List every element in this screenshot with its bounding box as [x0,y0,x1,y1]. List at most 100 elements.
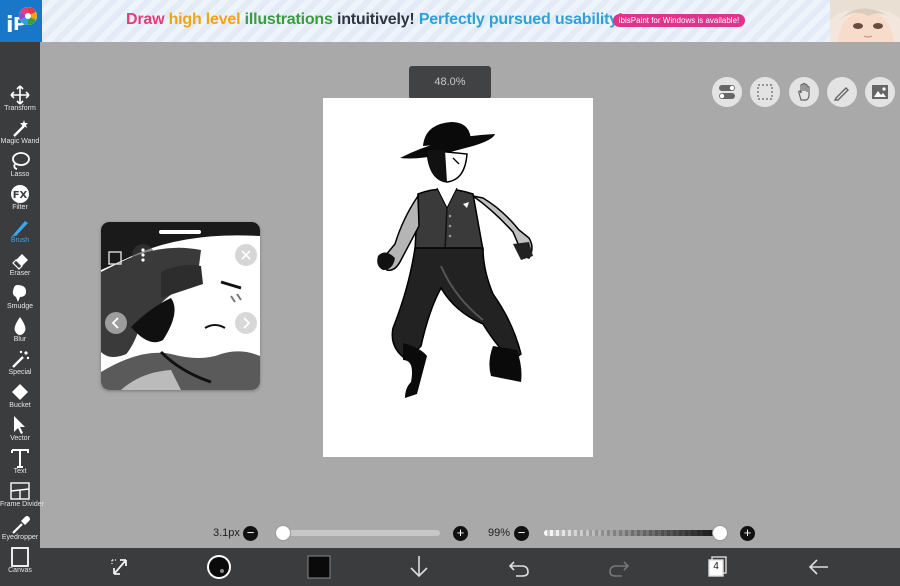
text-t-icon [11,449,29,468]
tool-label: Text [13,468,27,475]
banner-character-image [830,0,900,42]
image-icon [872,85,888,99]
brush-size-label: 3.1px [213,527,240,539]
tool-label: Blur [13,336,27,343]
banner-text-part: Draw [126,11,169,28]
brush-size-decrease-button[interactable]: − [243,526,258,541]
brush-preview-icon [207,555,231,579]
tool-label: Eyedropper [1,534,39,541]
tool-bucket[interactable]: Bucket [0,380,40,413]
tool-special[interactable]: Special [0,347,40,380]
vector-cursor-icon [14,416,25,434]
tool-blur[interactable]: Blur [0,314,40,347]
bucket-icon [12,384,28,400]
chevron-left-icon [111,317,119,329]
selection-icon [757,84,773,100]
banner-text-part: intuitively! [336,11,419,28]
tool-brush[interactable]: Brush [0,215,40,248]
hand-icon [798,82,810,101]
redo-button[interactable] [606,548,632,586]
more-dots-icon [141,248,145,262]
chevron-right-icon [243,317,251,329]
reference-close-button[interactable] [235,244,257,266]
zoom-indicator: 48.0% [409,66,491,99]
blur-drop-icon [14,317,26,335]
opacity-increase-button[interactable]: + [740,526,755,541]
tool-filter[interactable]: FX Filter [0,182,40,215]
brush-size-slider[interactable] [283,530,440,536]
toggle-ui-button[interactable] [712,77,742,107]
tool-text[interactable]: Text [0,446,40,479]
brush-size-handle[interactable] [275,525,291,541]
banner-text-part: high level [168,11,245,28]
eraser-icon [12,254,28,270]
windows-available-badge[interactable]: ibisPaint for Windows is available! [613,14,745,27]
tool-label: Frame Divider [0,501,44,508]
color-swatch-button[interactable] [306,548,332,586]
tool-label: Lasso [10,171,30,178]
tool-frame-divider[interactable]: Frame Divider [0,479,44,512]
banner-text-part: Perfectly pursued usability! [418,11,624,28]
back-button[interactable] [806,548,832,586]
opacity-label: 99% [488,527,511,539]
brush-size-increase-button[interactable]: + [453,526,468,541]
opacity-slider[interactable] [544,530,722,536]
tool-lasso[interactable]: Lasso [0,149,40,182]
ad-banner[interactable]: i P Draw high level illustrations intuit… [0,0,900,42]
tool-eraser[interactable]: Eraser [0,248,40,281]
banner-text-part: illustrations [244,11,337,28]
drawing-canvas[interactable] [323,98,593,457]
tool-label: Filter [12,204,28,211]
tool-label: Canvas [8,567,32,574]
opacity-handle[interactable] [712,525,729,541]
tool-magic-wand[interactable]: Magic Wand [0,116,40,149]
transform-arrows-button[interactable] [106,548,134,586]
transform-icon [10,85,30,105]
tool-canvas[interactable]: Canvas [0,545,40,578]
smudge-icon [12,285,27,302]
pencil-icon [833,87,849,101]
pencil-button[interactable] [827,77,857,107]
tool-label: Vector [10,435,30,442]
canvas-icon [11,547,29,567]
tool-label: Transform [4,105,36,112]
eyedropper-icon [12,516,30,534]
tool-label: Magic Wand [0,138,40,145]
tool-label: Eraser [9,270,31,277]
brush-preview-button[interactable] [205,548,233,586]
close-icon [241,250,251,260]
undo-button[interactable] [506,548,532,586]
special-wand-icon [12,350,30,368]
color-swatch-icon [307,555,331,579]
redo-icon [609,561,630,577]
reference-prev-button[interactable] [105,312,127,334]
frame-divider-icon [10,482,30,500]
banner-headline: Draw high level illustrations intuitivel… [126,11,623,29]
reference-frame-icon[interactable] [105,248,125,268]
tool-label: Bucket [9,402,31,409]
svg-text:FX: FX [13,190,28,201]
back-arrow-icon [808,559,828,575]
tool-vector[interactable]: Vector [0,413,40,446]
filter-fx-icon: FX [11,185,29,203]
tool-sidebar: Transform Magic Wand Lasso FX Filter Bru… [0,42,44,586]
toggle-icon [719,85,735,99]
down-arrow-icon [410,556,428,578]
reference-menu-button[interactable] [132,244,154,266]
tool-transform[interactable]: Transform [0,83,40,116]
ibispaint-logo: i P [0,0,42,42]
opacity-decrease-button[interactable]: − [514,526,529,541]
image-button[interactable] [865,77,895,107]
reference-window[interactable] [101,222,260,390]
tool-smudge[interactable]: Smudge [0,281,40,314]
magic-wand-icon [13,120,28,137]
selection-button[interactable] [750,77,780,107]
transform-arrows-icon [111,559,127,575]
tool-eyedropper[interactable]: Eyedropper [0,512,40,545]
layers-button[interactable]: 4 [705,548,731,586]
bottom-toolbar: 4 [40,548,900,586]
reference-next-button[interactable] [235,312,257,334]
layers-count: 4 [713,561,719,572]
down-arrow-button[interactable] [406,548,432,586]
hand-button[interactable] [789,77,819,107]
